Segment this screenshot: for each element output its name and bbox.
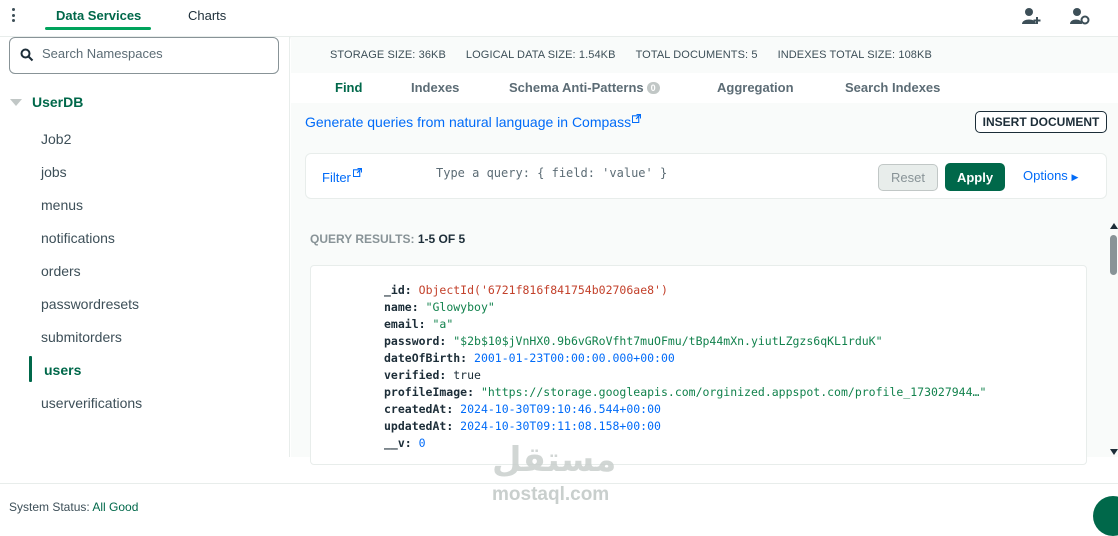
- watermark-logo-latin: mostaql.com: [492, 484, 610, 505]
- field-row: profileImage: "https://storage.googleapi…: [384, 385, 987, 399]
- document-card[interactable]: _id: ObjectId('6721f816f841754b02706ae8'…: [310, 265, 1087, 465]
- scrollbar-thumb[interactable]: [1110, 235, 1117, 275]
- field-value: "a": [432, 317, 454, 331]
- search-input[interactable]: [42, 46, 267, 61]
- field-value: ObjectId('6721f816f841754b02706ae8'): [418, 283, 668, 297]
- field-key: email: [384, 317, 419, 331]
- field-value: "Glowyboy": [425, 300, 495, 314]
- user-settings-icon[interactable]: [1068, 5, 1090, 27]
- tab-find[interactable]: Find: [335, 80, 362, 95]
- query-results-label: QUERY RESULTS: 1-5 OF 5: [310, 232, 465, 246]
- watermark-logo-arabic: مستقل: [492, 440, 617, 480]
- collection-item[interactable]: notifications: [41, 230, 115, 246]
- tab-data-services[interactable]: Data Services: [56, 8, 141, 23]
- query-results-title: QUERY RESULTS:: [310, 232, 415, 246]
- external-link-icon: [631, 113, 642, 124]
- field-row: updatedAt: 2024-10-30T09:11:08.158+00:00: [384, 419, 661, 433]
- field-key: updatedAt: [384, 419, 447, 433]
- add-user-icon[interactable]: [1020, 5, 1042, 27]
- field-row: name: "Glowyboy": [384, 300, 495, 314]
- storage-size: STORAGE SIZE: 36KB: [330, 49, 446, 61]
- field-key: _id: [384, 283, 405, 297]
- tab-search-indexes[interactable]: Search Indexes: [845, 80, 940, 95]
- collection-item[interactable]: jobs: [41, 164, 67, 180]
- search-icon: [20, 48, 34, 62]
- count-badge: 0: [646, 82, 660, 94]
- namespace-search[interactable]: [9, 37, 279, 74]
- system-status: System Status: All Good: [9, 500, 138, 514]
- logical-data-size: LOGICAL DATA SIZE: 1.54KB: [465, 49, 616, 61]
- database-name: UserDB: [32, 94, 84, 110]
- field-value: 2024-10-30T09:11:08.158+00:00: [460, 419, 661, 433]
- tab-charts[interactable]: Charts: [188, 8, 226, 23]
- collection-tabs: Find Indexes Schema Anti-Patterns 0 Aggre…: [291, 73, 1118, 103]
- main-panel: STORAGE SIZE: 36KB LOGICAL DATA SIZE: 1.…: [291, 37, 1118, 465]
- field-value: "https://storage.googleapis.com/orginize…: [480, 385, 987, 399]
- caret-down-icon[interactable]: [10, 98, 22, 106]
- results-scrollbar[interactable]: [1109, 223, 1118, 455]
- collection-item[interactable]: menus: [41, 197, 83, 213]
- field-key: createdAt: [384, 402, 447, 416]
- field-value: true: [453, 368, 481, 382]
- field-key: profileImage: [384, 385, 468, 399]
- scroll-down-icon[interactable]: [1110, 449, 1118, 455]
- filter-bar: Filter Reset Apply Options ▶: [305, 153, 1107, 199]
- top-navigation-bar: Data Services Charts: [0, 0, 1118, 37]
- total-documents: TOTAL DOCUMENTS: 5: [635, 49, 758, 61]
- field-row: __v: 0: [384, 436, 426, 450]
- collection-stats: STORAGE SIZE: 36KB LOGICAL DATA SIZE: 1.…: [330, 49, 932, 61]
- collection-item[interactable]: userverifications: [41, 395, 142, 411]
- compass-link-label: Generate queries from natural language i…: [305, 114, 632, 130]
- field-row: dateOfBirth: 2001-01-23T00:00:00.000+00:…: [384, 351, 675, 365]
- indexes-total-size: INDEXES TOTAL SIZE: 108KB: [777, 49, 932, 61]
- external-link-icon: [352, 167, 362, 178]
- field-key: dateOfBirth: [384, 351, 461, 365]
- tab-schema-anti-patterns[interactable]: Schema Anti-Patterns 0: [509, 80, 660, 95]
- field-value: "$2b$10$jVnHX0.9b6vGRoVfht7muOFmu/tBp44m…: [453, 334, 883, 348]
- field-key: name: [384, 300, 412, 314]
- collection-item[interactable]: passwordresets: [41, 296, 139, 312]
- compass-link[interactable]: Generate queries from natural language i…: [305, 113, 642, 130]
- filter-link[interactable]: Filter: [322, 167, 362, 185]
- filter-label: Filter: [322, 170, 351, 185]
- field-value: 0: [418, 436, 426, 450]
- tab-indexes[interactable]: Indexes: [411, 80, 459, 95]
- query-results-range: 1-5 OF 5: [417, 232, 466, 246]
- field-row: email: "a": [384, 317, 454, 331]
- field-row: verified: true: [384, 368, 481, 382]
- field-value: 2024-10-30T09:10:46.544+00:00: [460, 402, 661, 416]
- field-row: createdAt: 2024-10-30T09:10:46.544+00:00: [384, 402, 661, 416]
- field-row: password: "$2b$10$jVnHX0.9b6vGRoVfht7muO…: [384, 334, 883, 348]
- status-value[interactable]: All Good: [92, 500, 138, 514]
- sidebar: UserDB Job2 jobs menus notifications ord…: [0, 37, 290, 457]
- field-value: 2001-01-23T00:00:00.000+00:00: [474, 351, 675, 365]
- database-item-userdb[interactable]: UserDB: [10, 94, 83, 110]
- caret-right-icon: ▶: [1071, 172, 1079, 182]
- field-key: verified: [384, 368, 440, 382]
- field-key: __v: [384, 436, 405, 450]
- active-collection-indicator: [29, 356, 32, 382]
- collection-item-active[interactable]: users: [44, 362, 81, 378]
- field-row: _id: ObjectId('6721f816f841754b02706ae8'…: [384, 283, 668, 297]
- kebab-menu-icon[interactable]: [7, 6, 19, 24]
- insert-document-button[interactable]: INSERT DOCUMENT: [975, 111, 1107, 133]
- collection-item[interactable]: submitorders: [41, 329, 122, 345]
- status-label: System Status:: [9, 500, 90, 514]
- query-input[interactable]: [436, 166, 866, 180]
- collection-item[interactable]: orders: [41, 263, 81, 279]
- tab-label: Schema Anti-Patterns: [509, 80, 644, 95]
- field-key: password: [384, 334, 440, 348]
- options-label: Options: [1023, 168, 1068, 183]
- scroll-up-icon[interactable]: [1110, 223, 1118, 229]
- active-tab-indicator: [45, 27, 151, 30]
- options-toggle[interactable]: Options ▶: [1023, 168, 1078, 183]
- collection-item[interactable]: Job2: [41, 131, 71, 147]
- reset-button[interactable]: Reset: [878, 164, 938, 191]
- tab-aggregation[interactable]: Aggregation: [717, 80, 794, 95]
- apply-button[interactable]: Apply: [945, 163, 1005, 191]
